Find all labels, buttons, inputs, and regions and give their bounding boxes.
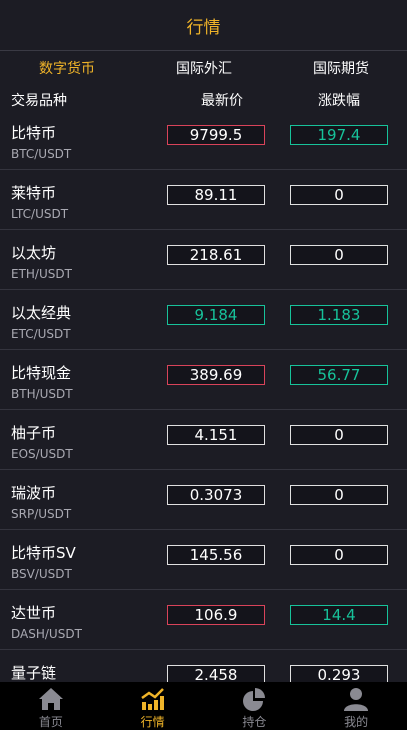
market-row[interactable]: 柚子币 EOS/USDT 4.151 0 <box>0 410 407 470</box>
tabbar-positions-label: 持仓 <box>242 715 267 729</box>
price-change: 0 <box>290 185 388 205</box>
trading-pair: BTH/USDT <box>11 387 73 401</box>
market-row[interactable]: 比特现金 BTH/USDT 389.69 56.77 <box>0 350 407 410</box>
price-change: 0.293 <box>290 665 388 682</box>
trading-pair: ETH/USDT <box>11 267 72 281</box>
latest-price: 89.11 <box>167 185 265 205</box>
app-header: 行情 <box>0 0 407 51</box>
tabbar-home-label: 首页 <box>38 715 63 729</box>
tabbar-mine-label: 我的 <box>344 715 369 729</box>
latest-price: 145.56 <box>167 545 265 565</box>
tabbar-market[interactable]: 行情 <box>102 682 204 730</box>
market-chart-icon <box>140 688 164 710</box>
market-row[interactable]: 以太经典 ETC/USDT 9.184 1.183 <box>0 290 407 350</box>
price-change: 14.4 <box>290 605 388 625</box>
latest-price: 9.184 <box>167 305 265 325</box>
home-icon <box>38 688 63 710</box>
coin-name: 量子链 <box>11 664 57 682</box>
coin-name: 比特币 <box>11 124 57 142</box>
coin-name: 莱特币 <box>11 184 57 202</box>
trading-pair: SRP/USDT <box>11 507 72 521</box>
coin-name: 以太坊 <box>11 244 57 262</box>
latest-price: 2.458 <box>167 665 265 682</box>
latest-price: 106.9 <box>167 605 265 625</box>
column-name-header: 交易品种 <box>11 93 67 109</box>
latest-price: 218.61 <box>167 245 265 265</box>
coin-name: 比特币SV <box>11 544 76 562</box>
market-category-tabs: 数字货币 国际外汇 国际期货 <box>0 58 407 80</box>
tabbar-mine[interactable]: 我的 <box>305 682 407 730</box>
tabbar-market-label: 行情 <box>140 715 165 729</box>
latest-price: 0.3073 <box>167 485 265 505</box>
market-row[interactable]: 量子链 2.458 0.293 <box>0 650 407 682</box>
page-title: 行情 <box>186 17 221 38</box>
market-row[interactable]: 比特币 BTC/USDT 9799.5 197.4 <box>0 110 407 170</box>
coin-name: 以太经典 <box>11 304 72 322</box>
tabbar-home[interactable]: 首页 <box>0 682 102 730</box>
market-row[interactable]: 比特币SV BSV/USDT 145.56 0 <box>0 530 407 590</box>
trading-pair: BTC/USDT <box>11 147 72 161</box>
price-change: 0 <box>290 425 388 445</box>
pie-chart-icon <box>243 688 266 711</box>
price-change: 0 <box>290 545 388 565</box>
market-row[interactable]: 莱特币 LTC/USDT 89.11 0 <box>0 170 407 230</box>
market-list: 比特币 BTC/USDT 9799.5 197.4 莱特币 LTC/USDT 89.11 0 以… <box>0 110 407 682</box>
column-change-header: 涨跌幅 <box>318 93 360 109</box>
tab-forex[interactable]: 国际外汇 <box>176 58 232 78</box>
coin-name: 达世币 <box>11 604 57 622</box>
market-row[interactable]: 瑞波币 SRP/USDT 0.3073 0 <box>0 470 407 530</box>
tab-futures[interactable]: 国际期货 <box>313 58 369 78</box>
coin-name: 柚子币 <box>11 424 57 442</box>
trading-pair: EOS/USDT <box>11 447 73 461</box>
price-change: 56.77 <box>290 365 388 385</box>
bottom-tab-bar: 首页 行情 持仓 我的 <box>0 682 407 730</box>
latest-price: 389.69 <box>167 365 265 385</box>
column-header: 交易品种 最新价 涨跌幅 <box>0 90 407 110</box>
price-change: 1.183 <box>290 305 388 325</box>
column-price-header: 最新价 <box>201 93 243 109</box>
user-icon <box>344 688 369 711</box>
trading-pair: DASH/USDT <box>11 627 82 641</box>
coin-name: 瑞波币 <box>11 484 57 502</box>
latest-price: 4.151 <box>167 425 265 445</box>
trading-pair: ETC/USDT <box>11 327 71 341</box>
market-row[interactable]: 达世币 DASH/USDT 106.9 14.4 <box>0 590 407 650</box>
trading-pair: LTC/USDT <box>11 207 69 221</box>
tab-digital-currency[interactable]: 数字货币 <box>39 58 95 78</box>
coin-name: 比特现金 <box>11 364 72 382</box>
price-change: 197.4 <box>290 125 388 145</box>
latest-price: 9799.5 <box>167 125 265 145</box>
price-change: 0 <box>290 485 388 505</box>
trading-pair: BSV/USDT <box>11 567 72 581</box>
tabbar-positions[interactable]: 持仓 <box>204 682 306 730</box>
price-change: 0 <box>290 245 388 265</box>
market-row[interactable]: 以太坊 ETH/USDT 218.61 0 <box>0 230 407 290</box>
